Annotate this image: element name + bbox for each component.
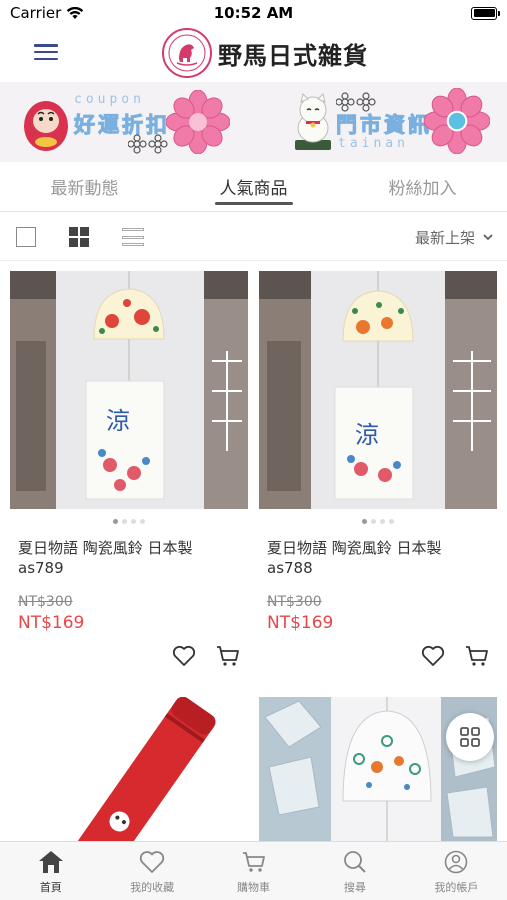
sale-price: NT$169 <box>267 613 334 633</box>
nav-label: 我的收藏 <box>130 881 175 894</box>
status-left: Carrier <box>10 4 84 22</box>
original-price: NT$300 <box>267 594 322 610</box>
coupon-label: coupon <box>74 92 145 107</box>
heart-icon <box>139 851 165 873</box>
pink-flower-icon <box>424 88 490 154</box>
nav-account[interactable]: 我的帳戶 <box>406 842 507 900</box>
product-name[interactable]: 夏日物語 陶瓷風鈴 日本製 <box>259 538 497 558</box>
carrier-label: Carrier <box>10 4 62 22</box>
category-grid-button[interactable] <box>446 713 494 761</box>
hamburger-menu-button[interactable] <box>34 42 58 62</box>
app-header: 野馬日式雜貨 <box>0 26 507 82</box>
heart-icon[interactable] <box>172 645 196 667</box>
nav-home[interactable]: 首頁 <box>0 842 101 900</box>
tab-popular-products[interactable]: 人氣商品 <box>169 162 338 211</box>
tab-fans-join[interactable]: 粉絲加入 <box>338 162 507 211</box>
pink-flower-icon <box>166 90 230 154</box>
store-name: 野馬日式雜貨 <box>218 40 368 70</box>
product-actions <box>172 645 240 667</box>
lucky-cat-icon <box>295 93 331 150</box>
image-pagination <box>10 519 248 525</box>
nav-label: 我的帳戶 <box>434 881 479 894</box>
image-pagination <box>259 519 497 525</box>
store-info-title: 門市資訊 <box>336 113 432 138</box>
user-icon <box>445 850 468 874</box>
product-card[interactable]: 涼 夏日物語 陶瓷風鈴 日本製 as789 NT$300 NT$169 <box>10 271 248 666</box>
svg-text:涼: 涼 <box>106 407 130 435</box>
nav-cart[interactable]: 購物車 <box>203 842 304 900</box>
view-toolbar: 最新上架 <box>0 213 507 261</box>
home-icon <box>38 851 63 873</box>
cart-icon <box>242 852 265 872</box>
horse-logo-icon <box>162 28 212 78</box>
tab-latest-news[interactable]: 最新動態 <box>0 162 169 211</box>
status-bar: Carrier 10:52 AM <box>0 0 507 26</box>
chevron-down-icon <box>483 234 493 241</box>
bottom-nav: 首頁 我的收藏 購物車 搜尋 我的帳戶 <box>0 841 507 900</box>
add-to-cart-icon[interactable] <box>465 645 489 667</box>
store-logo[interactable]: 野馬日式雜貨 <box>162 28 368 78</box>
sort-dropdown[interactable]: 最新上架 <box>415 227 493 248</box>
wifi-icon <box>67 6 84 19</box>
product-actions <box>421 645 489 667</box>
nav-label: 首頁 <box>39 881 62 894</box>
heart-icon[interactable] <box>421 645 445 667</box>
store-info-banner[interactable]: 門市資訊 tainan <box>254 82 507 162</box>
daruma-icon <box>24 101 68 151</box>
small-flower-icon <box>128 134 168 154</box>
store-info-subtitle: tainan <box>338 136 409 151</box>
original-price: NT$300 <box>18 594 73 610</box>
sale-price: NT$169 <box>18 613 85 633</box>
nav-label: 購物車 <box>237 881 271 894</box>
nav-search[interactable]: 搜尋 <box>304 842 405 900</box>
svg-text:涼: 涼 <box>355 421 379 449</box>
coupon-banner[interactable]: coupon 好運折扣 <box>0 82 253 162</box>
section-tabs: 最新動態 人氣商品 粉絲加入 <box>0 162 507 212</box>
search-icon <box>344 851 366 873</box>
battery-icon <box>471 6 500 20</box>
list-view-icon[interactable] <box>122 228 144 246</box>
product-image[interactable]: 涼 <box>259 271 497 509</box>
product-code: as789 <box>18 559 64 577</box>
product-card[interactable]: 涼 夏日物語 陶瓷風鈴 日本製 as788 NT$300 NT$169 <box>259 271 497 666</box>
product-image[interactable] <box>10 697 248 841</box>
grid-icon <box>460 727 480 747</box>
grid-view-icon[interactable] <box>69 227 89 247</box>
product-code: as788 <box>267 559 313 577</box>
add-to-cart-icon[interactable] <box>216 645 240 667</box>
sort-label: 最新上架 <box>414 229 475 247</box>
promo-banner: coupon 好運折扣 門市資訊 tainan <box>0 82 507 162</box>
nav-favorites[interactable]: 我的收藏 <box>101 842 202 900</box>
product-image[interactable]: 涼 <box>10 271 248 509</box>
product-name[interactable]: 夏日物語 陶瓷風鈴 日本製 <box>10 538 248 558</box>
product-card[interactable] <box>10 697 248 841</box>
single-view-icon[interactable] <box>16 227 36 247</box>
nav-label: 搜尋 <box>343 881 366 894</box>
